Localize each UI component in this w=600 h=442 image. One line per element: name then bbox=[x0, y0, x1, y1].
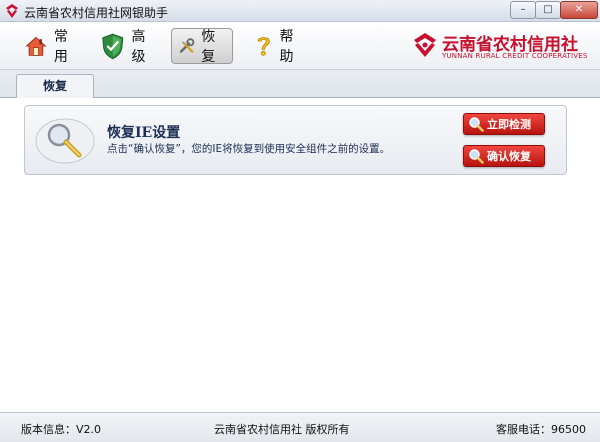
confirm-restore-label: 确认恢复 bbox=[487, 150, 531, 163]
main-content: 恢复IE设置 点击“确认恢复”，您的IE将恢复到使用安全组件之前的设置。 立即检… bbox=[0, 98, 600, 412]
toolbar-restore-label: 恢复 bbox=[201, 29, 222, 65]
service-phone: 客服电话：96500 bbox=[496, 423, 586, 436]
tools-icon bbox=[179, 38, 195, 53]
toolbar-help-label: 帮助 bbox=[279, 29, 300, 65]
confirm-restore-button[interactable]: 确认恢复 bbox=[463, 145, 545, 167]
search-icon bbox=[469, 149, 484, 164]
brand-logo: 云南省农村信用社 YUNNAN RURAL CREDIT COOPERATIVE… bbox=[410, 30, 590, 64]
house-icon bbox=[25, 36, 47, 56]
panel-description: 点击“确认恢复”，您的IE将恢复到使用安全组件之前的设置。 bbox=[107, 143, 391, 155]
app-logo-icon bbox=[6, 4, 18, 18]
restore-ie-panel: 恢复IE设置 点击“确认恢复”，您的IE将恢复到使用安全组件之前的设置。 立即检… bbox=[24, 105, 567, 175]
brand-emblem-icon bbox=[414, 33, 436, 57]
window-title: 云南省农村信用社网银助手 bbox=[24, 6, 169, 20]
title-bar: 云南省农村信用社网银助手 – □ ✕ bbox=[0, 0, 600, 22]
detect-now-label: 立即检测 bbox=[487, 118, 531, 131]
version-info: 版本信息：V2.0 bbox=[21, 423, 102, 436]
close-button[interactable]: ✕ bbox=[560, 1, 598, 19]
maximize-button[interactable]: □ bbox=[535, 1, 561, 19]
search-icon bbox=[469, 117, 484, 132]
toolbar-home-button[interactable]: 常用 bbox=[18, 28, 94, 65]
question-icon bbox=[257, 37, 270, 56]
status-bar: 版本信息：V2.0 云南省农村信用社 版权所有 客服电话：96500 bbox=[0, 412, 600, 442]
shield-icon bbox=[102, 33, 124, 60]
panel-title: 恢复IE设置 bbox=[107, 125, 181, 141]
brand-name-en: YUNNAN RURAL CREDIT COOPERATIVES bbox=[442, 52, 588, 60]
toolbar-advanced-label: 高级 bbox=[131, 29, 152, 65]
tab-strip: 恢复 bbox=[0, 70, 600, 99]
magnifier-icon bbox=[35, 118, 95, 164]
toolbar: 常用 高级 恢复 帮助 云南省农村信用社 YUNNAN RURAL CREDIT… bbox=[0, 22, 600, 70]
toolbar-help-button[interactable]: 帮助 bbox=[248, 28, 318, 65]
tab-restore[interactable]: 恢复 bbox=[16, 74, 94, 99]
toolbar-restore-button[interactable]: 恢复 bbox=[171, 28, 233, 65]
toolbar-home-label: 常用 bbox=[53, 29, 74, 65]
minimize-button[interactable]: – bbox=[510, 1, 536, 19]
toolbar-advanced-button[interactable]: 高级 bbox=[94, 28, 174, 65]
detect-now-button[interactable]: 立即检测 bbox=[463, 113, 545, 135]
copyright-info: 云南省农村信用社 版权所有 bbox=[214, 423, 350, 436]
